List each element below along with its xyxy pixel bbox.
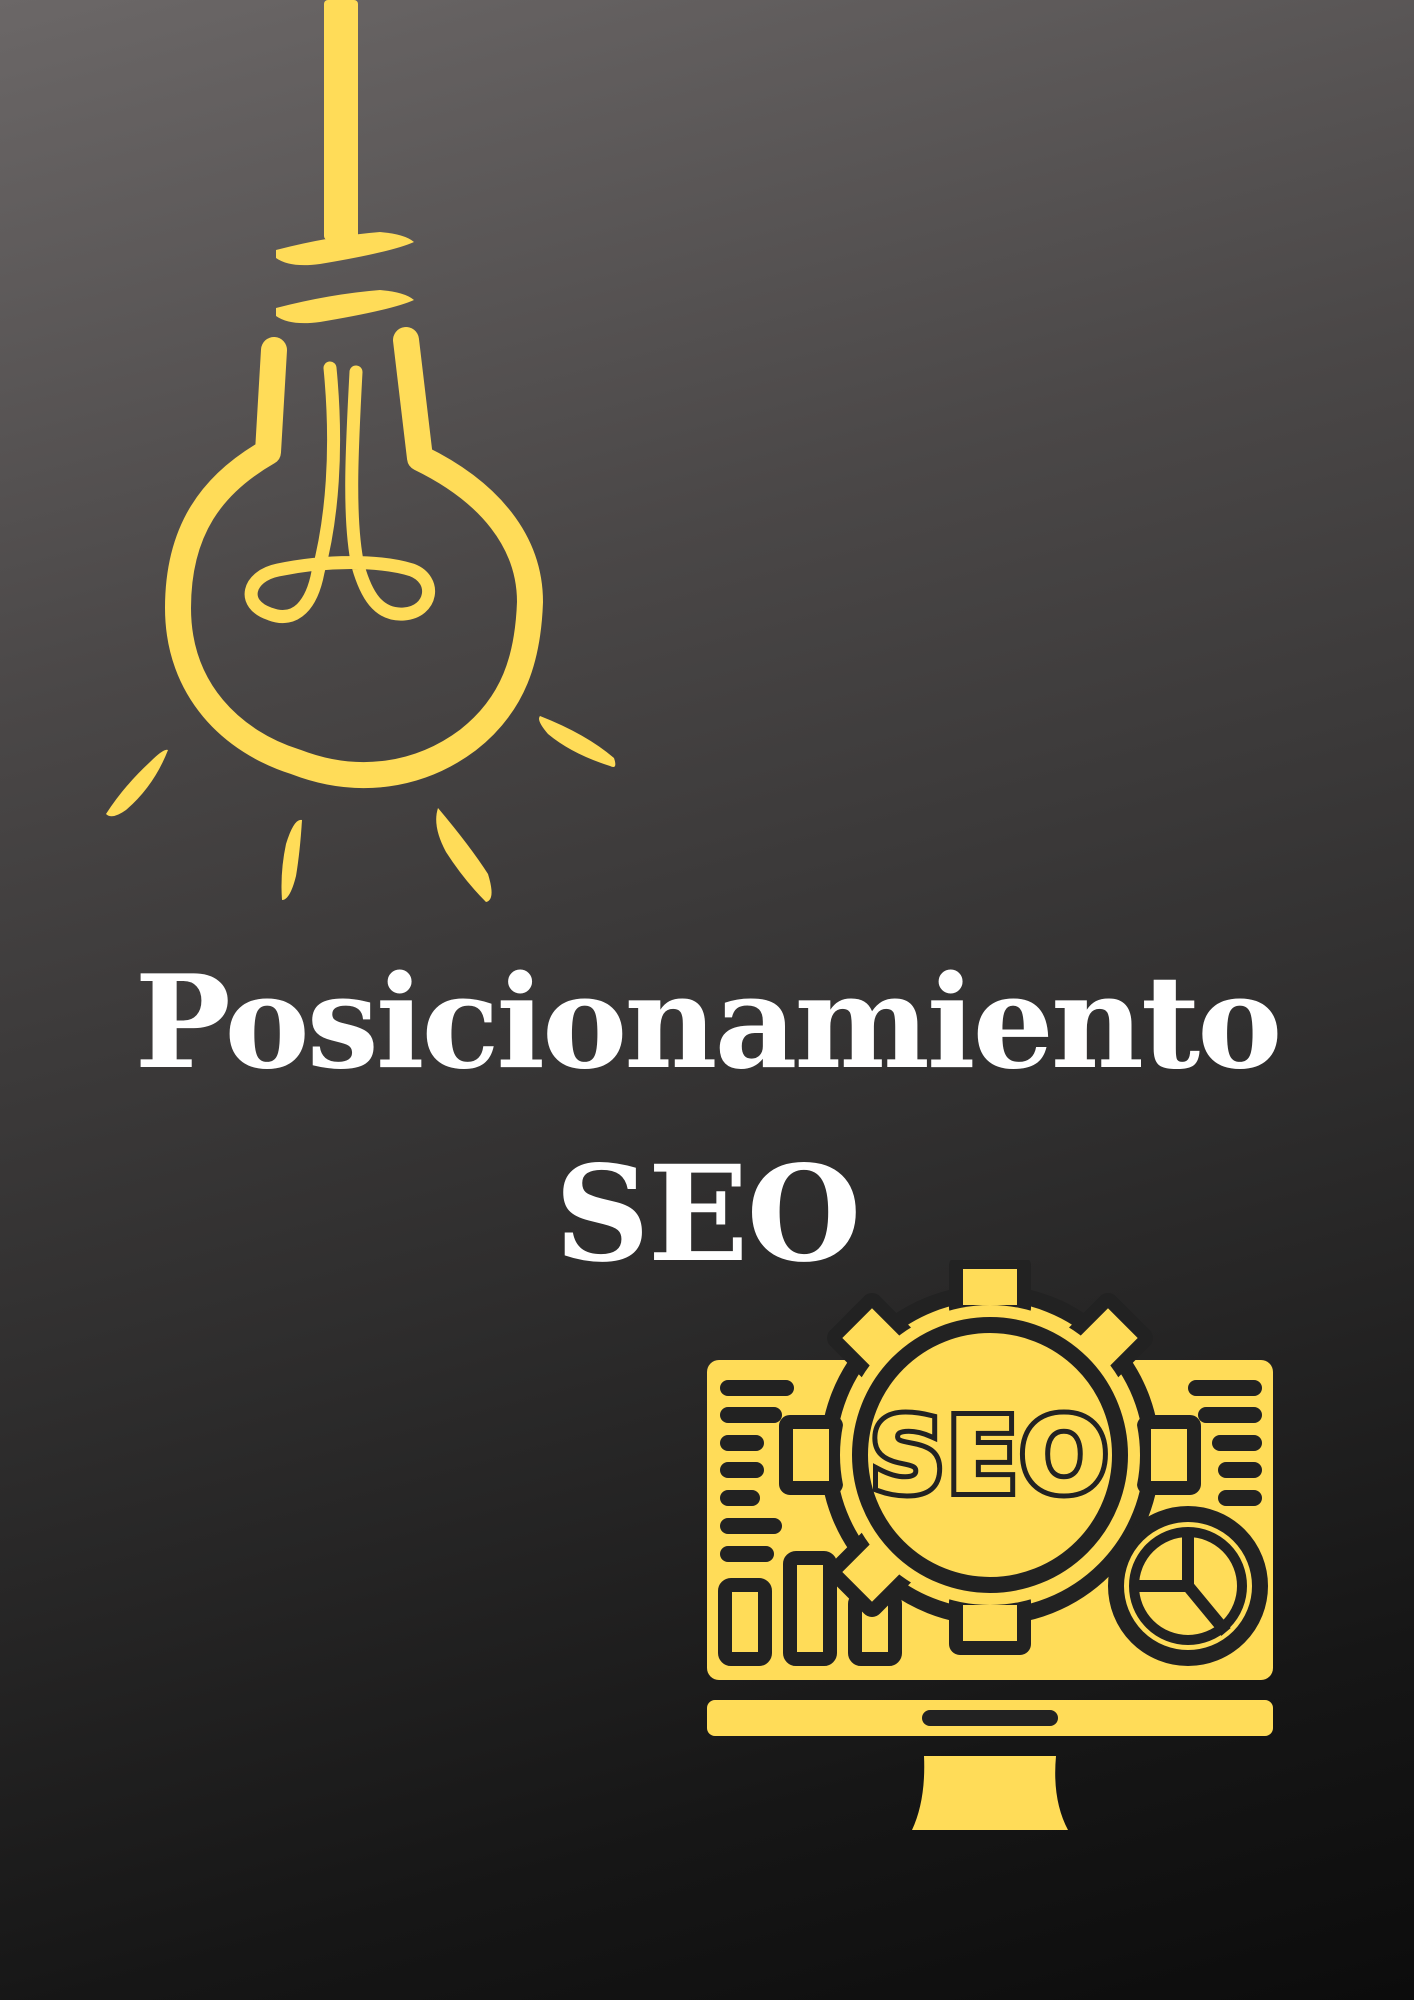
seo-screen-text: SEO: [870, 1395, 1110, 1517]
poster: Posicionamiento SEO SEO: [0, 0, 1414, 2000]
light-bulb-icon: [106, 0, 616, 902]
seo-monitor-icon: SEO: [707, 1260, 1273, 1830]
title-line-1: Posicionamiento: [134, 948, 1283, 1098]
